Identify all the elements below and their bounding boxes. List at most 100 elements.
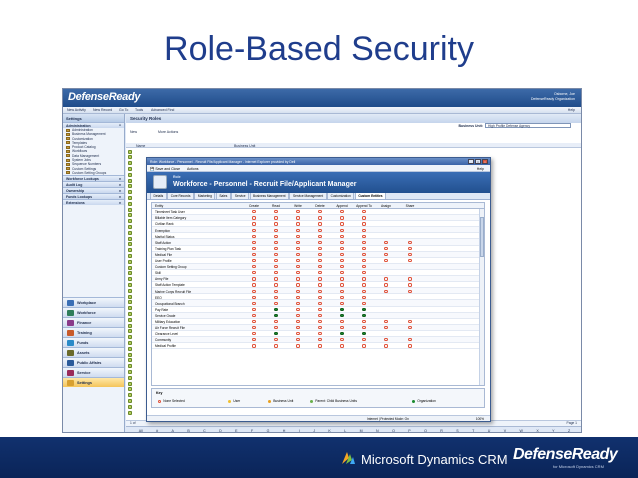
role-row-icon-cell[interactable] bbox=[128, 277, 134, 282]
privilege-cell[interactable] bbox=[352, 295, 376, 300]
privilege-cell[interactable] bbox=[352, 265, 376, 269]
privilege-cell[interactable] bbox=[286, 301, 310, 306]
alphabet-letter[interactable]: Q bbox=[424, 429, 427, 433]
privilege-cell[interactable] bbox=[264, 307, 288, 312]
privilege-cell[interactable] bbox=[286, 246, 310, 251]
privilege-cell[interactable] bbox=[264, 283, 288, 287]
alphabet-letter[interactable]: H bbox=[283, 429, 286, 433]
zoom-level[interactable]: 100% bbox=[476, 417, 484, 421]
role-row-icon-cell[interactable] bbox=[128, 340, 134, 345]
role-row-icon-cell[interactable] bbox=[128, 178, 134, 183]
role-row-icon-cell[interactable] bbox=[128, 166, 134, 171]
privilege-cell[interactable] bbox=[398, 319, 422, 324]
privilege-cell[interactable] bbox=[308, 283, 332, 287]
privilege-cell[interactable] bbox=[286, 228, 310, 233]
save-close-button[interactable]: Save and Close bbox=[155, 167, 180, 171]
privilege-cell[interactable] bbox=[308, 265, 332, 269]
privilege-cell[interactable] bbox=[330, 234, 354, 239]
alphabet-letter[interactable]: All bbox=[139, 429, 143, 433]
privilege-cell[interactable] bbox=[264, 344, 288, 348]
nav-button[interactable]: Service bbox=[63, 367, 124, 378]
privilege-cell[interactable] bbox=[264, 210, 288, 214]
privilege-cell[interactable] bbox=[264, 252, 288, 257]
privilege-cell[interactable] bbox=[264, 228, 288, 233]
privilege-cell[interactable] bbox=[242, 295, 266, 300]
sidebar-section[interactable]: Extensions v bbox=[63, 199, 124, 206]
privilege-cell[interactable] bbox=[352, 222, 376, 226]
privilege-cell[interactable] bbox=[264, 301, 288, 306]
privilege-cell[interactable] bbox=[242, 326, 266, 330]
privilege-cell[interactable] bbox=[352, 252, 376, 257]
menu-tools[interactable]: Tools bbox=[135, 108, 143, 112]
privilege-cell[interactable] bbox=[374, 326, 398, 330]
privilege-cell[interactable] bbox=[374, 283, 398, 287]
privilege-cell[interactable] bbox=[286, 332, 310, 336]
grid-column-header[interactable]: Read bbox=[264, 204, 288, 208]
privilege-cell[interactable] bbox=[286, 344, 310, 348]
privilege-cell[interactable] bbox=[352, 289, 376, 294]
privilege-cell[interactable] bbox=[330, 271, 354, 275]
privilege-cell[interactable] bbox=[264, 240, 288, 245]
privilege-cell[interactable] bbox=[308, 338, 332, 342]
privilege-cell[interactable] bbox=[286, 295, 310, 300]
privilege-cell[interactable] bbox=[242, 319, 266, 324]
privilege-cell[interactable] bbox=[398, 252, 422, 257]
role-row-icon-cell[interactable] bbox=[128, 381, 134, 386]
privilege-cell[interactable] bbox=[398, 338, 422, 342]
role-row-icon-cell[interactable] bbox=[128, 259, 134, 264]
role-row-icon-cell[interactable] bbox=[128, 317, 134, 322]
privilege-cell[interactable] bbox=[264, 259, 288, 263]
privilege-cell[interactable] bbox=[264, 246, 288, 251]
privilege-cell[interactable] bbox=[242, 277, 266, 281]
privilege-cell[interactable] bbox=[264, 234, 288, 239]
role-row-icon-cell[interactable] bbox=[128, 201, 134, 206]
col-business-unit[interactable]: Business Unit bbox=[234, 144, 255, 148]
role-row-icon-cell[interactable] bbox=[128, 236, 134, 241]
privilege-cell[interactable] bbox=[308, 240, 332, 245]
role-row-icon-cell[interactable] bbox=[128, 294, 134, 299]
privilege-cell[interactable] bbox=[242, 338, 266, 342]
role-row-icon-cell[interactable] bbox=[128, 352, 134, 357]
privilege-cell[interactable] bbox=[330, 338, 354, 342]
privilege-cell[interactable] bbox=[330, 344, 354, 348]
privilege-cell[interactable] bbox=[286, 259, 310, 263]
privilege-cell[interactable] bbox=[330, 222, 354, 226]
privilege-cell[interactable] bbox=[308, 313, 332, 318]
privilege-cell[interactable] bbox=[352, 319, 376, 324]
privilege-cell[interactable] bbox=[286, 326, 310, 330]
alphabet-letter[interactable]: W bbox=[520, 429, 523, 433]
privilege-cell[interactable] bbox=[264, 271, 288, 275]
privilege-cell[interactable] bbox=[352, 246, 376, 251]
dialog-tab[interactable]: Details bbox=[150, 192, 167, 199]
alphabet-letter[interactable]: B bbox=[187, 429, 189, 433]
privilege-cell[interactable] bbox=[330, 277, 354, 281]
privilege-cell[interactable] bbox=[286, 210, 310, 214]
privilege-cell[interactable] bbox=[398, 246, 422, 251]
role-row-icon-cell[interactable] bbox=[128, 248, 134, 253]
alphabet-letter[interactable]: N bbox=[376, 429, 379, 433]
grid-scroll-thumb[interactable] bbox=[479, 217, 484, 257]
privilege-cell[interactable] bbox=[264, 265, 288, 269]
privilege-cell[interactable] bbox=[286, 216, 310, 220]
privilege-cell[interactable] bbox=[352, 259, 376, 263]
alphabet-letter[interactable]: T bbox=[472, 429, 474, 433]
minimize-icon[interactable]: _ bbox=[468, 159, 474, 164]
role-row-icon-cell[interactable] bbox=[128, 375, 134, 380]
alphabet-letter[interactable]: C bbox=[203, 429, 206, 433]
nav-button[interactable]: Finance bbox=[63, 317, 124, 328]
privilege-cell[interactable] bbox=[374, 319, 398, 324]
privilege-cell[interactable] bbox=[374, 246, 398, 251]
role-row-icon-cell[interactable] bbox=[128, 369, 134, 374]
role-row-icon-cell[interactable] bbox=[128, 149, 134, 154]
privilege-cell[interactable] bbox=[242, 246, 266, 251]
privilege-cell[interactable] bbox=[242, 307, 266, 312]
alphabet-letter[interactable]: P bbox=[408, 429, 410, 433]
privilege-cell[interactable] bbox=[308, 246, 332, 251]
alphabet-letter[interactable]: Z bbox=[568, 429, 570, 433]
role-row-icon-cell[interactable] bbox=[128, 184, 134, 189]
maximize-icon[interactable]: □ bbox=[475, 159, 481, 164]
alphabet-letter[interactable]: E bbox=[235, 429, 237, 433]
dialog-tab[interactable]: Custom Entities bbox=[354, 192, 387, 199]
role-row-icon-cell[interactable] bbox=[128, 404, 134, 409]
privilege-cell[interactable] bbox=[330, 259, 354, 263]
